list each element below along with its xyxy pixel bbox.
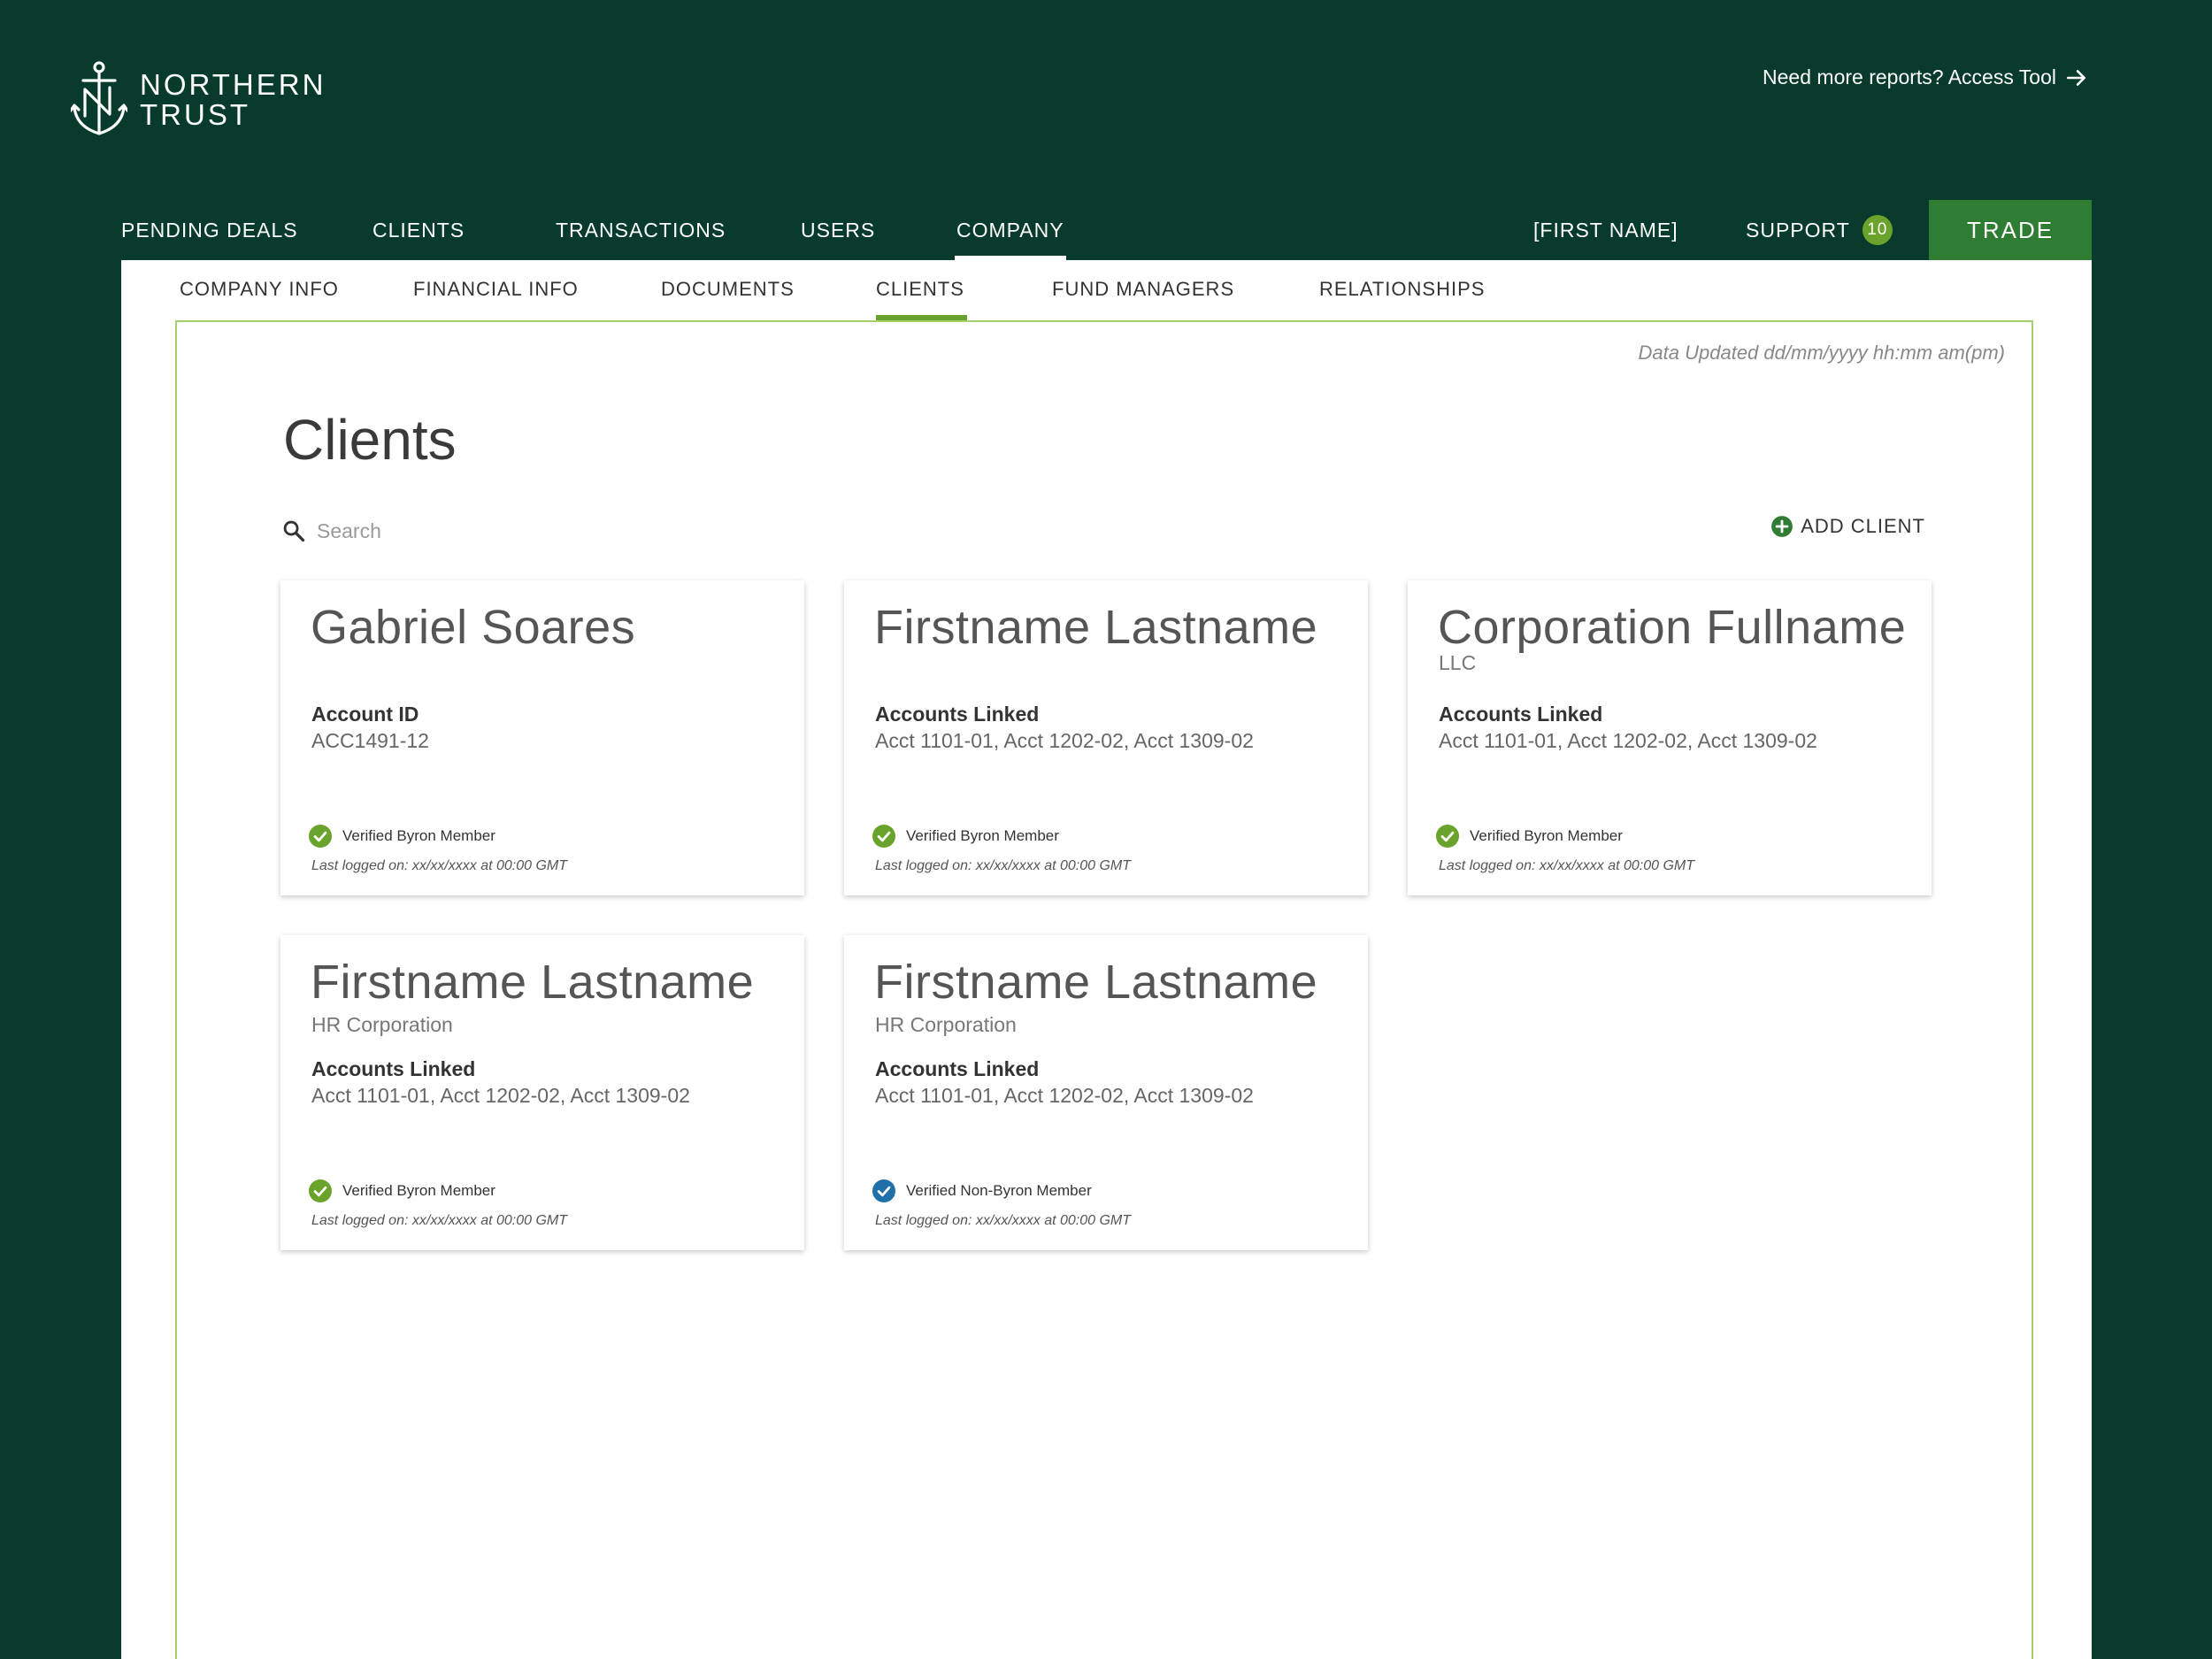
brand-line-2: TRUST [140, 98, 250, 131]
tab-documents[interactable]: DOCUMENTS [661, 278, 795, 320]
support-count-badge: 10 [1862, 214, 1893, 245]
verification-label: Verified Byron Member [342, 1182, 495, 1199]
nav-item-pending-deals[interactable]: PENDING DEALS [121, 200, 298, 260]
client-card[interactable]: Firstname Lastname HR Corporation Accoun… [844, 935, 1368, 1250]
access-tool-link[interactable]: Need more reports? Access Tool [1763, 65, 2088, 89]
trade-button[interactable]: TRADE [1929, 200, 2092, 260]
client-name: Corporation Fullname [1438, 601, 1907, 654]
tab-company-info[interactable]: COMPANY INFO [180, 278, 339, 320]
verification-status: Verified Byron Member [872, 825, 1059, 848]
client-field-label: Account ID [311, 703, 419, 726]
support-menu[interactable]: SUPPORT 10 [1746, 200, 1893, 260]
data-updated-timestamp: Data Updated dd/mm/yyyy hh:mm am(pm) [1638, 342, 2005, 364]
verified-non-byron-check-icon [872, 1179, 895, 1202]
client-card[interactable]: Corporation Fullname LLC Accounts Linked… [1408, 580, 1932, 895]
last-logged: Last logged on: xx/xx/xxxx at 00:00 GMT [875, 858, 1132, 873]
client-card[interactable]: Firstname Lastname Accounts Linked Acct … [844, 580, 1368, 895]
client-name: Firstname Lastname [311, 956, 755, 1009]
nav-item-clients[interactable]: CLIENTS [373, 200, 465, 260]
brand-name: NORTHERN TRUST [140, 70, 326, 130]
content-panel: COMPANY INFO FINANCIAL INFO DOCUMENTS CL… [121, 260, 2092, 1659]
tab-financial-info[interactable]: FINANCIAL INFO [413, 278, 579, 320]
client-field-label: Accounts Linked [875, 703, 1040, 726]
plus-circle-icon [1771, 516, 1793, 537]
client-field-label: Accounts Linked [875, 1057, 1040, 1080]
verification-label: Verified Non-Byron Member [906, 1182, 1092, 1199]
last-logged: Last logged on: xx/xx/xxxx at 00:00 GMT [311, 858, 568, 873]
client-field-value: Acct 1101-01, Acct 1202-02, Acct 1309-02 [875, 729, 1254, 752]
verification-status: Verified Byron Member [309, 825, 495, 848]
search-icon [283, 520, 305, 542]
access-tool-label: Need more reports? Access Tool [1763, 65, 2056, 88]
clients-content: Data Updated dd/mm/yyyy hh:mm am(pm) Cli… [175, 320, 2033, 1659]
verification-label: Verified Byron Member [1470, 827, 1623, 844]
add-client-label: ADD CLIENT [1801, 515, 1925, 537]
client-card[interactable]: Firstname Lastname HR Corporation Accoun… [280, 935, 804, 1250]
last-logged: Last logged on: xx/xx/xxxx at 00:00 GMT [875, 1213, 1132, 1228]
client-field-value: Acct 1101-01, Acct 1202-02, Acct 1309-02 [1439, 729, 1817, 752]
tab-clients[interactable]: CLIENTS [876, 278, 967, 320]
client-name: Firstname Lastname [874, 601, 1318, 654]
client-field-label: Accounts Linked [311, 1057, 476, 1080]
verified-check-icon [309, 825, 332, 848]
client-subtitle: LLC [1439, 651, 1477, 674]
anchor-logo-icon [71, 61, 127, 135]
add-client-button[interactable]: ADD CLIENT [1770, 515, 1925, 538]
main-nav: PENDING DEALS CLIENTS TRANSACTIONS USERS… [121, 200, 2092, 260]
sub-nav: COMPANY INFO FINANCIAL INFO DOCUMENTS CL… [121, 260, 2092, 320]
client-card[interactable]: Gabriel Soares Account ID ACC1491-12 Ver… [280, 580, 804, 895]
verification-status: Verified Byron Member [309, 1179, 495, 1202]
user-menu[interactable]: [FIRST NAME] [1533, 200, 1678, 260]
brand-line-1: NORTHERN [140, 68, 326, 101]
last-logged: Last logged on: xx/xx/xxxx at 00:00 GMT [1439, 858, 1695, 873]
client-subtitle: HR Corporation [311, 1013, 453, 1036]
client-field-value: Acct 1101-01, Acct 1202-02, Acct 1309-02 [311, 1084, 690, 1107]
page-title: Clients [283, 408, 457, 472]
tab-fund-managers[interactable]: FUND MANAGERS [1052, 278, 1234, 320]
nav-item-users[interactable]: USERS [801, 200, 875, 260]
verification-label: Verified Byron Member [906, 827, 1059, 844]
client-name: Gabriel Soares [311, 601, 636, 654]
last-logged: Last logged on: xx/xx/xxxx at 00:00 GMT [311, 1213, 568, 1228]
nav-item-company[interactable]: COMPANY [955, 200, 1066, 260]
verification-status: Verified Byron Member [1436, 825, 1623, 848]
northern-trust-logo[interactable]: NORTHERN TRUST [71, 60, 326, 140]
search-input[interactable] [317, 518, 848, 543]
verified-check-icon [1436, 825, 1459, 848]
verification-status: Verified Non-Byron Member [872, 1179, 1092, 1202]
client-field-label: Accounts Linked [1439, 703, 1603, 726]
search-bar [281, 513, 901, 549]
verification-label: Verified Byron Member [342, 827, 495, 844]
tab-relationships[interactable]: RELATIONSHIPS [1319, 278, 1485, 320]
nav-item-transactions[interactable]: TRANSACTIONS [556, 200, 726, 260]
arrow-right-icon [2066, 69, 2085, 86]
support-label: SUPPORT [1746, 219, 1850, 242]
client-subtitle: HR Corporation [875, 1013, 1017, 1036]
verified-check-icon [309, 1179, 332, 1202]
client-field-value: Acct 1101-01, Acct 1202-02, Acct 1309-02 [875, 1084, 1254, 1107]
verified-check-icon [872, 825, 895, 848]
client-name: Firstname Lastname [874, 956, 1318, 1009]
client-field-value: ACC1491-12 [311, 729, 429, 752]
